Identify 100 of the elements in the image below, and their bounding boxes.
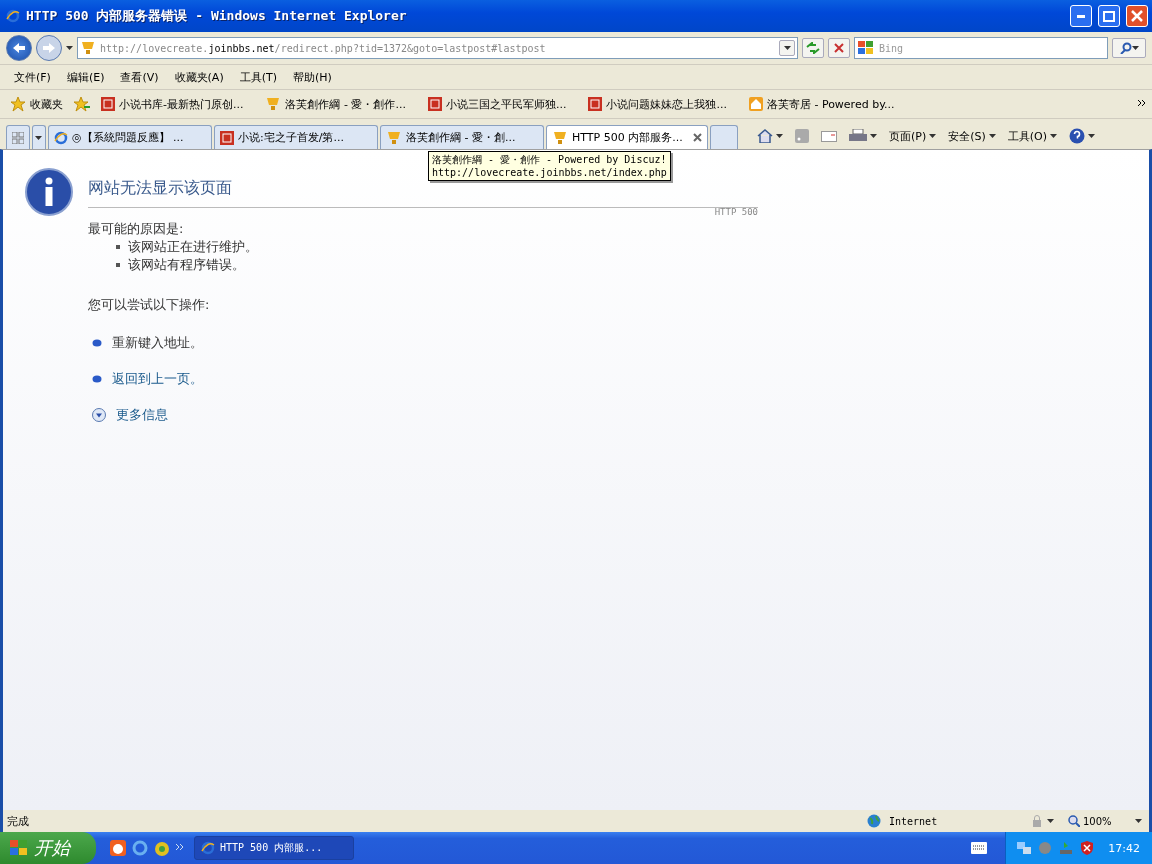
address-dropdown-button[interactable] <box>779 40 795 56</box>
command-menu[interactable]: 安全(S) <box>945 126 999 146</box>
maximize-icon <box>1103 10 1115 22</box>
close-tab-icon[interactable] <box>693 133 702 142</box>
clock: 17:42 <box>1108 841 1140 855</box>
forward-arrow-icon <box>42 42 56 54</box>
command-menu[interactable]: 工具(O) <box>1004 126 1061 146</box>
trophy-icon <box>265 97 282 111</box>
zoom-button[interactable]: 100% <box>1065 813 1145 829</box>
history-caret-icon <box>66 46 73 50</box>
seal-icon <box>101 97 115 111</box>
favorite-link[interactable]: 小说问题妹妹恋上我独... <box>584 94 731 114</box>
close-button[interactable] <box>1126 5 1148 27</box>
tooltip-text: http://lovecreate.joinbbs.net/index.php <box>432 166 667 179</box>
favorite-link[interactable]: 洛芙創作綱 - 愛・創作... <box>261 94 410 114</box>
home-icon <box>748 97 763 111</box>
actions-heading: 您可以尝试以下操作: <box>88 296 211 314</box>
cause-text: 该网站正在进行维护。 <box>128 238 258 256</box>
menu-item[interactable]: 工具(T) <box>233 67 283 87</box>
caret-icon <box>1131 46 1139 50</box>
bullet-icon <box>116 263 120 267</box>
close-icon <box>1131 10 1143 22</box>
star-icon <box>10 96 26 112</box>
tab-list-button[interactable] <box>32 125 46 149</box>
action-link[interactable]: 更多信息 <box>116 406 168 424</box>
ie-launch-icon[interactable] <box>132 840 148 856</box>
stop-button[interactable] <box>828 38 850 58</box>
tab[interactable]: ◎【系統問題反應】 ... <box>48 125 212 149</box>
menu-item[interactable]: 文件(F) <box>8 67 57 87</box>
ie-icon <box>201 841 215 855</box>
add-favorite-icon[interactable] <box>73 96 91 112</box>
caret-icon <box>776 134 783 138</box>
back-button[interactable] <box>6 35 32 61</box>
maximize-button[interactable] <box>1098 5 1120 27</box>
favorites-button[interactable]: 收藏夹 <box>6 94 67 114</box>
taskbar-task[interactable]: HTTP 500 内部服... <box>194 836 354 860</box>
globe-icon <box>867 814 881 828</box>
chevron-icon[interactable] <box>1138 100 1146 108</box>
search-button[interactable] <box>1112 38 1146 58</box>
cause-text: 该网站有程序错误。 <box>128 256 245 274</box>
status-text: 完成 <box>7 813 30 829</box>
tab[interactable]: 小说:宅之子首发/第... <box>214 125 378 149</box>
search-icon <box>1119 42 1132 54</box>
info-icon <box>25 168 73 216</box>
minimize-button[interactable] <box>1070 5 1092 27</box>
bullet-icon <box>116 245 120 249</box>
network-icon[interactable] <box>1016 840 1033 856</box>
start-button[interactable]: 开始 <box>0 832 96 864</box>
caret-icon <box>929 134 937 138</box>
action-link[interactable]: 返回到上一页。 <box>112 370 203 388</box>
refresh-button[interactable] <box>802 38 824 58</box>
lock-icon <box>1030 814 1044 828</box>
back-arrow-icon <box>12 42 26 54</box>
minimize-icon <box>1077 14 1085 18</box>
menu-item[interactable]: 编辑(E) <box>60 67 111 87</box>
command-menu[interactable]: 页面(P) <box>886 126 940 146</box>
menu-item[interactable]: 查看(V) <box>114 67 165 87</box>
window-title: HTTP 500 内部服务器错误 - Windows Internet Explorer <box>26 7 408 25</box>
zoom-in-icon <box>1068 815 1080 827</box>
bullet-icon <box>92 339 102 347</box>
ie-icon <box>6 9 20 23</box>
refresh-icon <box>806 42 820 54</box>
trophy-icon <box>386 130 402 145</box>
envelope-icon <box>821 130 837 142</box>
tab[interactable]: 洛芙創作綱 - 愛・創... <box>380 125 544 149</box>
expand-icon[interactable] <box>92 408 106 422</box>
forward-button[interactable] <box>36 35 62 61</box>
caret-icon <box>35 135 42 140</box>
ie-icon <box>54 130 68 145</box>
error-code: HTTP 500 <box>714 207 758 219</box>
caret-icon <box>1050 134 1058 138</box>
bullet-icon <box>92 375 102 383</box>
help-icon <box>1069 128 1086 144</box>
favorite-link[interactable]: 小说书库-最新热门原创... <box>97 94 248 114</box>
error-title: 网站无法显示该页面 <box>88 178 233 199</box>
menu-item[interactable]: 帮助(H) <box>287 67 338 87</box>
causes-heading: 最可能的原因是: <box>88 220 185 238</box>
favorite-link[interactable]: 小说三国之平民军师独... <box>423 94 571 114</box>
address-field[interactable]: http://lovecreate.joinbbs.net/redirect.php?tid=1372&goto=lastpost#lastpost <box>77 37 798 59</box>
caret-icon <box>988 134 996 138</box>
windows-logo-icon <box>858 41 874 55</box>
trophy-icon <box>552 130 568 145</box>
printer-icon <box>849 129 867 143</box>
caret-icon <box>1047 819 1054 823</box>
zone-text: Internet <box>889 815 939 827</box>
keyboard-icon[interactable] <box>971 842 988 854</box>
seal-icon <box>427 97 442 111</box>
trophy-icon <box>80 41 96 55</box>
shield-icon[interactable] <box>1079 840 1096 856</box>
chat-app-icon[interactable] <box>110 840 126 856</box>
url-text: http://lovecreate.joinbbs.net/redirect.php?tid=1372&goto=lastpost#lastpost <box>100 42 547 54</box>
favorite-link[interactable]: 洛芙寄居 - Powered by... <box>744 94 899 114</box>
tab[interactable]: HTTP 500 内部服务... <box>546 125 708 149</box>
mail-button[interactable] <box>818 128 840 144</box>
search-field[interactable]: Bing <box>854 37 1108 59</box>
caret-icon <box>1088 134 1096 138</box>
app-icon[interactable] <box>154 840 170 856</box>
rss-icon <box>795 129 809 143</box>
caret-icon <box>870 134 877 138</box>
menu-item[interactable]: 收藏夹(A) <box>168 67 230 87</box>
